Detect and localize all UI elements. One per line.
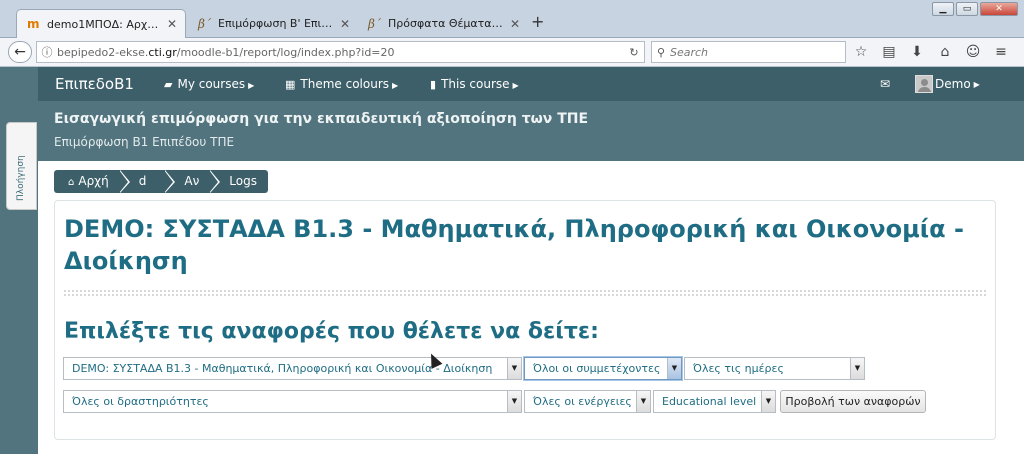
days-select[interactable]: Όλες τις ημέρες ▼ (684, 357, 865, 380)
educational-level-select-value: Educational level (662, 395, 757, 408)
close-tab-icon[interactable]: ✕ (340, 17, 350, 31)
download-icon[interactable]: ⬇ (908, 43, 926, 61)
reading-list-icon[interactable]: ▤ (880, 43, 898, 61)
menu-this-course[interactable]: ▮ This course ▶ (430, 77, 519, 91)
course-select[interactable]: DEMO: ΣΥΣΤΑΔΑ Β1.3 - Μαθηματικά, Πληροφο… (63, 357, 522, 380)
url-path: /moodle-b1/report/log/index.php?id=20 (176, 45, 395, 59)
avatar (915, 75, 933, 93)
search-placeholder: Search (670, 45, 709, 59)
section-title: Επιλέξτε τις αναφορές που θέλετε να δείτ… (64, 319, 599, 344)
actions-select-value: Όλες οι ενέργειες (533, 395, 632, 408)
back-arrow-icon[interactable]: ← (8, 41, 32, 63)
activities-select[interactable]: Όλες οι δραστηριότητες ▼ (63, 390, 522, 413)
chat-icon[interactable]: ☺ (964, 43, 982, 61)
participants-select-value: Όλοι οι συμμετέχοντες (533, 362, 661, 375)
menu-theme-colours[interactable]: ▦ Theme colours ▶ (285, 77, 398, 91)
info-icon[interactable]: ⓘ (37, 44, 57, 60)
reload-icon[interactable]: ↻ (624, 46, 644, 59)
messages-envelope-icon[interactable]: ✉ (880, 77, 890, 91)
dotted-divider (63, 289, 987, 297)
navigation-block-label: Πλοήγηση (16, 155, 26, 201)
window-controls: ▁ ▭ ✕ (932, 2, 1018, 16)
tab-title: Επιμόρφωση Β' Επιπέδου ... (218, 17, 334, 30)
menu-my-courses[interactable]: ▰ My courses ▶ (164, 77, 254, 91)
course-subtitle: Επιμόρφωση Β1 Επιπέδου ΤΠΕ (54, 135, 235, 149)
minimize-window-icon[interactable]: ▁ (932, 2, 954, 16)
site-favicon-icon: β΄ (198, 16, 211, 31)
browser-search-box[interactable]: ⚲ Search (651, 41, 846, 63)
caret-right-icon: ▶ (392, 81, 399, 90)
actions-select[interactable]: Όλες οι ενέργειες ▼ (524, 390, 651, 413)
browser-tab-3[interactable]: β΄ Πρόσφατα Θέματα - Συζη... ✕ (358, 9, 528, 38)
maximize-window-icon[interactable]: ▭ (956, 2, 978, 16)
url-host: cti.gr (148, 45, 177, 59)
site-brand[interactable]: ΕπιπεδοΒ1 (55, 75, 134, 93)
days-select-value: Όλες τις ημέρες (693, 362, 784, 375)
menu-label: Theme colours (300, 77, 390, 91)
url-prefix: bepipedo2-ekse. (57, 45, 149, 59)
dropdown-arrow-icon: ▼ (636, 391, 650, 412)
course-title: Εισαγωγική επιμόρφωση για την εκπαιδευτι… (54, 111, 589, 127)
close-tab-icon[interactable]: ✕ (510, 17, 520, 31)
course-header: Εισαγωγική επιμόρφωση για την εκπαιδευτι… (38, 101, 1024, 161)
browser-toolbar-icons: ☆ ▤ ⬇ ⌂ ☺ ≡ (852, 43, 1010, 61)
dropdown-arrow-icon: ▼ (850, 358, 864, 379)
browser-tab-bar: m demo1ΜΠΟΔ: Αρχεία κατ... ✕ β΄ Επιμόρφω… (0, 0, 1024, 38)
site-navbar: ΕπιπεδοΒ1 ▰ My courses ▶ ▦ Theme colours ▶ ▮… (38, 67, 1024, 101)
briefcase-icon: ▰ (164, 78, 173, 91)
moodle-favicon-icon: m (27, 17, 40, 31)
breadcrumb-label: Αν (184, 174, 200, 188)
browser-tab-1[interactable]: m demo1ΜΠΟΔ: Αρχεία κατ... ✕ (16, 9, 186, 38)
dropdown-arrow-icon: ▼ (761, 391, 775, 412)
breadcrumb-label: d (138, 174, 147, 188)
browser-tab-2[interactable]: β΄ Επιμόρφωση Β' Επιπέδου ... ✕ (188, 9, 358, 38)
menu-label: My courses (177, 77, 246, 91)
user-name: Demo (935, 77, 971, 91)
grid-icon: ▦ (285, 78, 296, 91)
participants-select[interactable]: Όλοι οι συμμετέχοντες ▼ (524, 357, 682, 380)
browser-menu-icon[interactable]: ≡ (992, 43, 1010, 61)
navigation-block-tab[interactable]: Πλοήγηση (6, 122, 37, 210)
caret-right-icon: ▶ (248, 81, 255, 90)
close-tab-icon[interactable]: ✕ (167, 17, 177, 31)
view-reports-button[interactable]: Προβολή των αναφορών (780, 390, 926, 413)
site-favicon-icon: β΄ (368, 16, 381, 31)
dropdown-arrow-icon: ▼ (507, 391, 521, 412)
close-window-icon[interactable]: ✕ (980, 2, 1018, 16)
caret-right-icon: ▶ (973, 79, 980, 89)
search-icon: ⚲ (656, 45, 666, 59)
breadcrumb-label: Logs (229, 174, 257, 188)
home-icon[interactable]: ⌂ (936, 43, 954, 61)
caret-right-icon: ▶ (512, 81, 519, 90)
educational-level-select[interactable]: Educational level ▼ (653, 390, 776, 413)
address-bar[interactable]: ⓘ bepipedo2-ekse.cti.gr/moodle-b1/report… (36, 41, 645, 63)
page-title: DEMO: ΣΥΣΤΑΔΑ Β1.3 - Μαθηματικά, Πληροφο… (64, 215, 964, 275)
url-text: bepipedo2-ekse.cti.gr/moodle-b1/report/l… (57, 46, 624, 59)
dropdown-arrow-icon: ▼ (507, 358, 521, 379)
new-tab-icon[interactable]: + (531, 12, 544, 31)
home-icon: ⌂ (68, 177, 75, 188)
user-menu[interactable]: Demo ▶ (915, 75, 980, 93)
bookmark-star-icon[interactable]: ☆ (852, 43, 870, 61)
book-icon: ▮ (430, 78, 437, 91)
breadcrumb-label: Αρχή (78, 174, 109, 188)
breadcrumb-item-home[interactable]: ⌂ Αρχή (54, 170, 130, 193)
activities-select-value: Όλες οι δραστηριότητες (72, 395, 209, 408)
breadcrumb: ⌂ Αρχή d Αν Logs (54, 170, 268, 193)
tab-title: demo1ΜΠΟΔ: Αρχεία κατ... (47, 17, 161, 31)
tab-title: Πρόσφατα Θέματα - Συζη... (388, 17, 504, 30)
browser-nav-bar: ← ⓘ bepipedo2-ekse.cti.gr/moodle-b1/repo… (0, 38, 1024, 67)
dropdown-arrow-icon: ▼ (667, 358, 681, 379)
menu-label: This course (441, 77, 510, 91)
